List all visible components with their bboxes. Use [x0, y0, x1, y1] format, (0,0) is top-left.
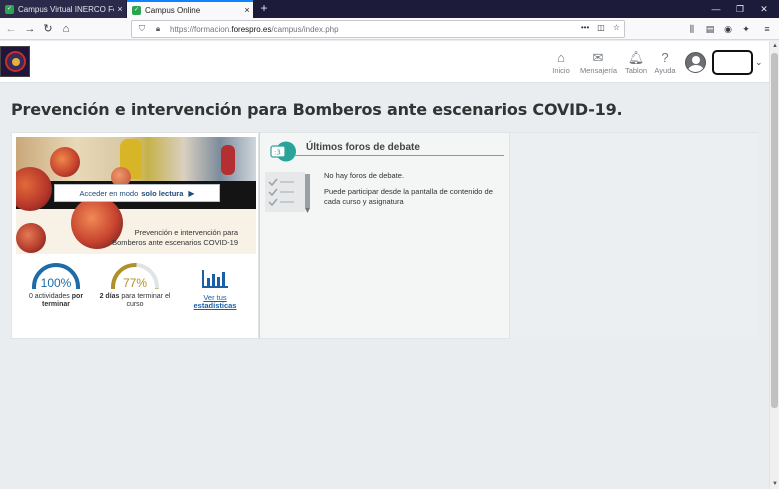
pocket-icon[interactable]: ◫ — [597, 23, 605, 32]
activities-progress-label: 0 actividades por terminar — [28, 293, 84, 308]
page-scrollbar[interactable]: ▲ ▼ — [769, 41, 779, 489]
account-icon[interactable]: ◉ — [722, 23, 734, 35]
chat-bubbles-icon: :3 — [270, 141, 296, 162]
forums-title-divider — [294, 155, 504, 156]
new-tab-button[interactable]: + — [257, 0, 271, 18]
tab-close-icon[interactable]: × — [114, 4, 126, 14]
nav-label: Ayuda — [654, 66, 676, 75]
menu-icon[interactable]: ≡ — [761, 23, 773, 35]
scrollbar-thumb[interactable] — [771, 53, 778, 408]
caption-line: Bomberos ante escenarios COVID-19 — [112, 238, 238, 247]
reload-icon[interactable]: ↻ — [41, 21, 55, 37]
forums-hint: Puede participar desde la pantalla de co… — [324, 187, 493, 206]
browser-tab-strip: ✓ Campus Virtual INERCO Foresp × ✓ Campu… — [0, 0, 779, 18]
play-icon: ▶ — [188, 188, 195, 198]
scroll-down-icon[interactable]: ▼ — [770, 479, 779, 489]
access-button-label-bold: solo lectura — [141, 188, 184, 198]
minimize-icon[interactable]: — — [705, 0, 727, 18]
browser-tab-campus-virtual[interactable]: ✓ Campus Virtual INERCO Foresp × — [0, 0, 126, 18]
avatar[interactable] — [685, 52, 706, 73]
forward-icon[interactable]: → — [23, 21, 37, 37]
sidebar-icon[interactable]: ▤ — [704, 23, 716, 35]
tab-title: Campus Online — [145, 5, 201, 15]
empty-card-area — [510, 132, 758, 339]
activities-progress-value: 100% — [40, 276, 72, 290]
bookmark-star-icon[interactable]: ☆ — [613, 23, 620, 32]
svg-text::3: :3 — [274, 149, 281, 157]
course-card: Acceder en modo solo lectura ▶ Prevenció… — [11, 132, 259, 339]
shield-icon[interactable]: ⛉ — [136, 24, 148, 34]
browser-tab-campus-online[interactable]: ✓ Campus Online × — [127, 0, 253, 18]
tab-title: Campus Virtual INERCO Foresp — [18, 4, 114, 14]
address-bar[interactable]: ⛉ 🔒︎ https://formacion.forespro.es/campu… — [131, 20, 625, 38]
time-left-value: 77% — [122, 276, 148, 290]
url-actions: ••• ◫ ☆ — [581, 23, 620, 32]
extension-icon[interactable]: ✦ — [740, 23, 752, 35]
site-header: ⌂ Inicio ✉ Mensajería 🔔︎ Tablon ? Ayuda … — [0, 41, 769, 83]
user-menu-box[interactable] — [712, 50, 753, 75]
nav-label: Inicio — [552, 66, 570, 75]
chevron-down-icon[interactable]: ⌄ — [755, 57, 763, 68]
url-text: https://formacion.forespro.es/campus/ind… — [170, 24, 339, 34]
time-left-label: 2 días para terminar el curso — [99, 293, 171, 308]
site-favicon-icon: ✓ — [5, 4, 14, 14]
window-close-icon[interactable]: ✕ — [753, 0, 775, 18]
site-logo[interactable] — [0, 46, 30, 77]
library-icon[interactable]: ⫼ — [686, 23, 698, 35]
lock-icon[interactable]: 🔒︎ — [152, 24, 164, 34]
maximize-icon[interactable]: ❐ — [729, 0, 751, 18]
home-icon[interactable]: ⌂ — [59, 21, 73, 37]
nav-label: Mensajería — [580, 66, 618, 75]
page-actions-icon[interactable]: ••• — [581, 23, 589, 32]
envelope-icon: ✉ — [592, 50, 604, 65]
bar-chart-icon[interactable] — [201, 269, 229, 289]
checklist-pencil-icon — [265, 172, 310, 213]
view-statistics-link[interactable]: Ver tus estadísticas — [192, 294, 238, 310]
nav-inicio[interactable]: ⌂ Inicio — [543, 50, 579, 75]
access-read-only-button[interactable]: Acceder en modo solo lectura ▶ — [54, 184, 220, 202]
nav-mensajeria[interactable]: ✉ Mensajería — [580, 50, 618, 75]
back-icon[interactable]: ← — [4, 21, 18, 37]
tab-close-icon[interactable]: × — [241, 5, 253, 15]
page-title: Prevención e intervención para Bomberos … — [11, 100, 623, 119]
browser-toolbar: ← → ↻ ⌂ ⛉ 🔒︎ https://formacion.forespro.… — [0, 18, 779, 40]
caption-line: Prevención e intervención para — [134, 228, 238, 237]
nav-ayuda[interactable]: ? Ayuda — [647, 50, 683, 75]
access-button-label: Acceder en modo — [79, 188, 139, 198]
no-forums-message: No hay foros de debate. — [324, 171, 405, 180]
forums-title: Últimos foros de debate — [306, 142, 420, 153]
home-icon: ⌂ — [557, 50, 565, 65]
course-caption: Prevención e intervención para Bomberos … — [108, 228, 256, 248]
forums-card: :3 Últimos foros de debate No hay foros … — [259, 132, 510, 339]
scroll-up-icon[interactable]: ▲ — [770, 41, 779, 51]
nav-label: Tablon — [624, 66, 648, 75]
help-icon: ? — [661, 50, 669, 65]
site-favicon-icon: ✓ — [132, 5, 141, 15]
